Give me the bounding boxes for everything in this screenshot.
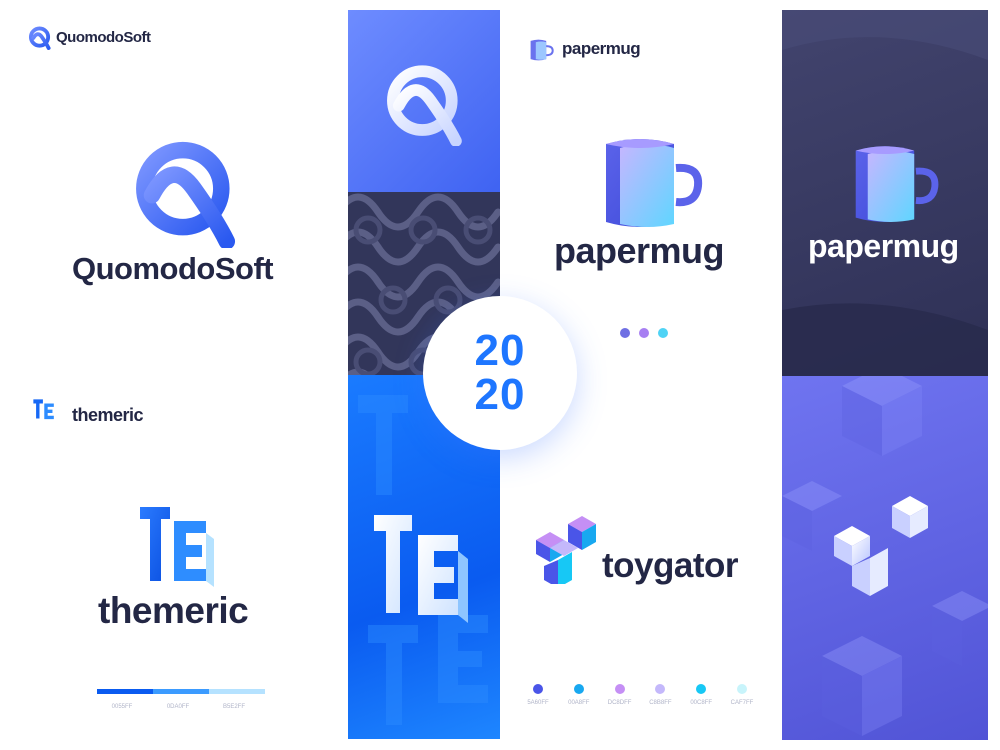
papermug-dark-mark-icon (855, 146, 939, 222)
quomodosoft-small-logo: QuomodoSoft (28, 26, 178, 52)
quomodosoft-large-mark-icon (136, 141, 236, 248)
papermug-color-dot (658, 328, 668, 338)
themeric-swatch-hex: B5E2FF (222, 704, 245, 710)
toygator-swatch: DC8DFF (602, 684, 638, 706)
toygator-swatch-hex: 5A60FF (527, 700, 549, 706)
toygator-wordmark: toygator (602, 546, 739, 585)
toygator-swatch-hex: DC8DFF (607, 700, 632, 706)
toygator-palette: 5A60FF 00A8FF DC8DFF C8B8FF 00C8FF CAF7F… (520, 684, 760, 706)
toygator-white-mark-icon (834, 496, 928, 596)
toygator-swatch: 00C8FF (683, 684, 719, 706)
themeric-swatch-hex: 0DA0FF (166, 704, 190, 710)
quomodosoft-mark-icon (28, 26, 51, 50)
themeric-swatch-hex: 0055FF (111, 704, 133, 710)
themeric-white-mark-icon (374, 515, 468, 623)
papermug-dark-panel: papermug (782, 10, 988, 376)
themeric-small-wordmark: themeric (72, 405, 144, 425)
toygator-swatch-dot (655, 684, 666, 694)
themeric-swatch (97, 689, 153, 694)
themeric-large-mark-icon (140, 507, 214, 587)
toygator-swatch-hex: 00A8FF (568, 700, 590, 706)
toygator-swatch: CAF7FF (724, 684, 760, 706)
themeric-swatch (209, 689, 265, 694)
toygator-swatch: 5A60FF (520, 684, 556, 706)
papermug-large-mark-icon (606, 139, 703, 227)
papermug-color-dot (620, 328, 630, 338)
toygator-swatch-hex: CAF7FF (730, 700, 754, 706)
toygator-swatch-dot (573, 684, 584, 694)
year-badge-line1: 20 (474, 326, 526, 375)
toygator-panel-art (782, 376, 988, 736)
papermug-dark-wordmark: papermug (808, 228, 959, 264)
themeric-palette: 0055FF 0DA0FF B5E2FF (97, 689, 267, 710)
year-badge: 20 20 (423, 296, 577, 450)
papermug-color-dots (620, 328, 668, 338)
papermug-large-wordmark: papermug (554, 230, 725, 271)
toygator-swatch-hex: 00C8FF (690, 700, 713, 706)
toygator-mark-icon (536, 516, 596, 584)
toygator-swatch-hex: C8B8FF (649, 700, 672, 706)
quomodosoft-white-mark-icon (387, 65, 462, 146)
toygator-swatch: 00A8FF (561, 684, 597, 706)
toygator-swatch-dot (533, 684, 543, 694)
toygator-swatch: C8B8FF (642, 684, 678, 706)
toygator-swatch-dot (614, 684, 625, 694)
papermug-small-wordmark: papermug (562, 39, 641, 58)
quomodosoft-small-wordmark: QuomodoSoft (56, 29, 151, 46)
year-badge-line2: 20 (474, 370, 526, 419)
toygator-violet-panel (782, 376, 988, 740)
toygator-swatch-dot (696, 684, 707, 694)
papermug-small-mark-icon (530, 39, 554, 61)
quomodosoft-blue-panel (348, 10, 500, 192)
themeric-small-mark-icon (33, 399, 54, 420)
papermug-color-dot (639, 328, 649, 338)
toygator-swatch-dot (736, 684, 747, 694)
quomodosoft-large-wordmark: QuomodoSoft (72, 251, 274, 286)
themeric-swatch (153, 689, 209, 694)
themeric-large-wordmark: themeric (98, 590, 249, 631)
